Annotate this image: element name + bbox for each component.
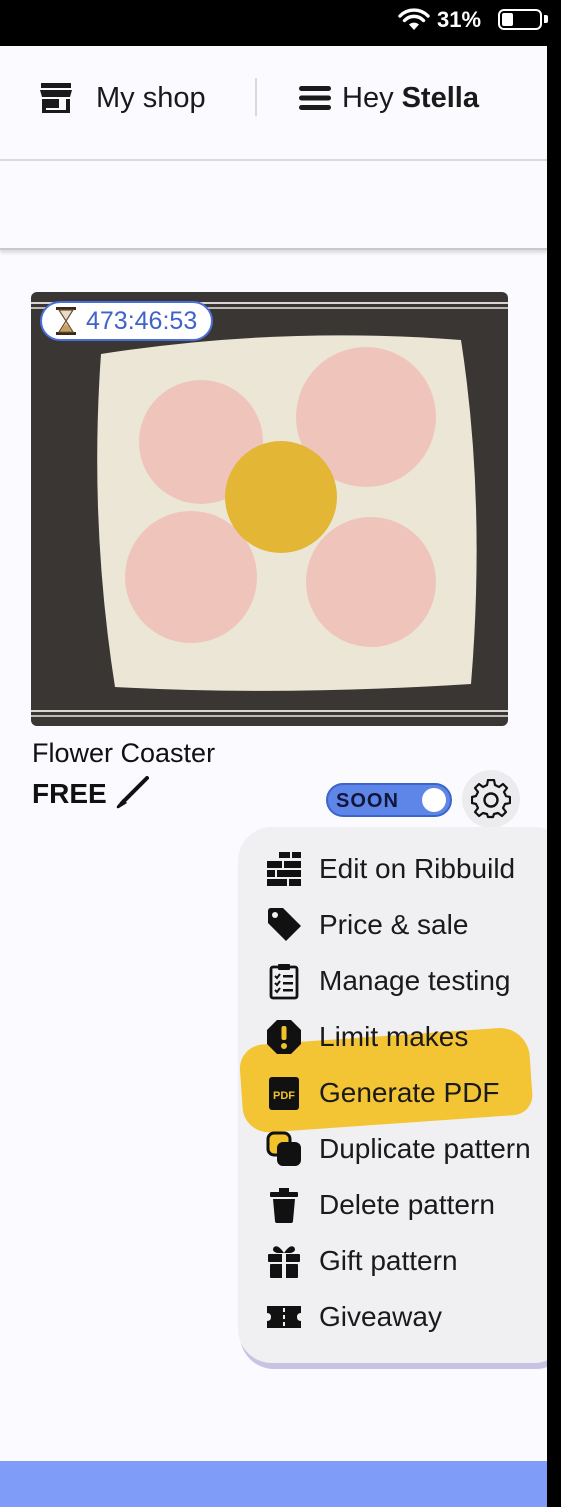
account-menu-button[interactable]: Hey Stella — [298, 78, 479, 118]
greeting-text: Hey — [342, 81, 394, 114]
wifi-icon — [398, 8, 430, 30]
crochet-hook-icon[interactable] — [114, 776, 150, 810]
hamburger-menu-icon — [299, 86, 331, 110]
hourglass-icon — [56, 307, 76, 335]
status-bar: 31% — [0, 0, 561, 40]
menu-item-label: Manage testing — [319, 965, 511, 996]
ticket-icon — [264, 1297, 304, 1337]
menu-item-label: Delete pattern — [319, 1189, 495, 1220]
pattern-thumbnail[interactable] — [31, 292, 508, 726]
price-tag-icon — [264, 905, 304, 945]
svg-text:PDF: PDF — [273, 1090, 295, 1102]
battery-tip — [544, 15, 548, 23]
bricks-icon — [264, 849, 304, 889]
menu-item-edit-on-ribbuild[interactable]: Edit on Ribbuild — [264, 847, 515, 891]
menu-item-limit-makes[interactable]: Limit makes — [264, 1015, 468, 1059]
gift-icon — [264, 1241, 304, 1281]
toggle-label: SOON — [336, 790, 399, 812]
menu-item-label: Duplicate pattern — [319, 1133, 531, 1164]
clipboard-checklist-icon — [264, 961, 304, 1001]
settings-button[interactable] — [462, 770, 520, 828]
menu-item-label: Generate PDF — [319, 1077, 500, 1108]
my-shop-label: My shop — [96, 81, 206, 114]
timer-text: 473:46:53 — [86, 306, 198, 335]
menu-item-label: Edit on Ribbuild — [319, 853, 516, 884]
sub-toolbar — [0, 161, 547, 250]
flower-coaster-image — [31, 292, 508, 726]
menu-item-duplicate-pattern[interactable]: Duplicate pattern — [264, 1127, 531, 1171]
user-name: Stella — [401, 81, 479, 114]
storefront-icon — [40, 83, 72, 113]
duplicate-icon — [264, 1129, 304, 1169]
menu-item-giveaway[interactable]: Giveaway — [264, 1295, 442, 1339]
menu-item-price-sale[interactable]: Price & sale — [264, 903, 468, 947]
pattern-title: Flower Coaster — [32, 738, 216, 768]
app-screen: My shop Hey Stella 473:46:53 Flower Coas… — [0, 46, 547, 1507]
pdf-icon: PDF — [264, 1073, 304, 1113]
battery-icon — [498, 9, 542, 30]
menu-item-label: Limit makes — [319, 1021, 469, 1052]
battery-percent: 31% — [437, 7, 482, 32]
toggle-knob — [422, 788, 446, 812]
menu-item-label: Giveaway — [319, 1301, 442, 1332]
menu-item-delete-pattern[interactable]: Delete pattern — [264, 1183, 495, 1227]
my-shop-button[interactable]: My shop — [38, 78, 206, 118]
soon-toggle[interactable]: SOON — [326, 783, 452, 817]
timer-badge: 473:46:53 — [40, 301, 214, 341]
menu-item-label: Price & sale — [319, 909, 469, 940]
exclamation-octagon-icon — [264, 1017, 304, 1057]
menu-item-generate-pdf[interactable]: PDF Generate PDF — [264, 1071, 500, 1115]
menu-item-gift-pattern[interactable]: Gift pattern — [264, 1239, 458, 1283]
gear-icon — [471, 779, 511, 819]
pattern-price: FREE — [32, 778, 107, 809]
trash-icon — [264, 1185, 304, 1225]
header-divider — [255, 78, 257, 116]
top-header: My shop Hey Stella — [0, 46, 547, 161]
bottom-action-bar[interactable] — [0, 1461, 547, 1507]
window-edge — [547, 40, 561, 1507]
menu-item-manage-testing[interactable]: Manage testing — [264, 959, 510, 1003]
menu-item-label: Gift pattern — [319, 1245, 458, 1276]
